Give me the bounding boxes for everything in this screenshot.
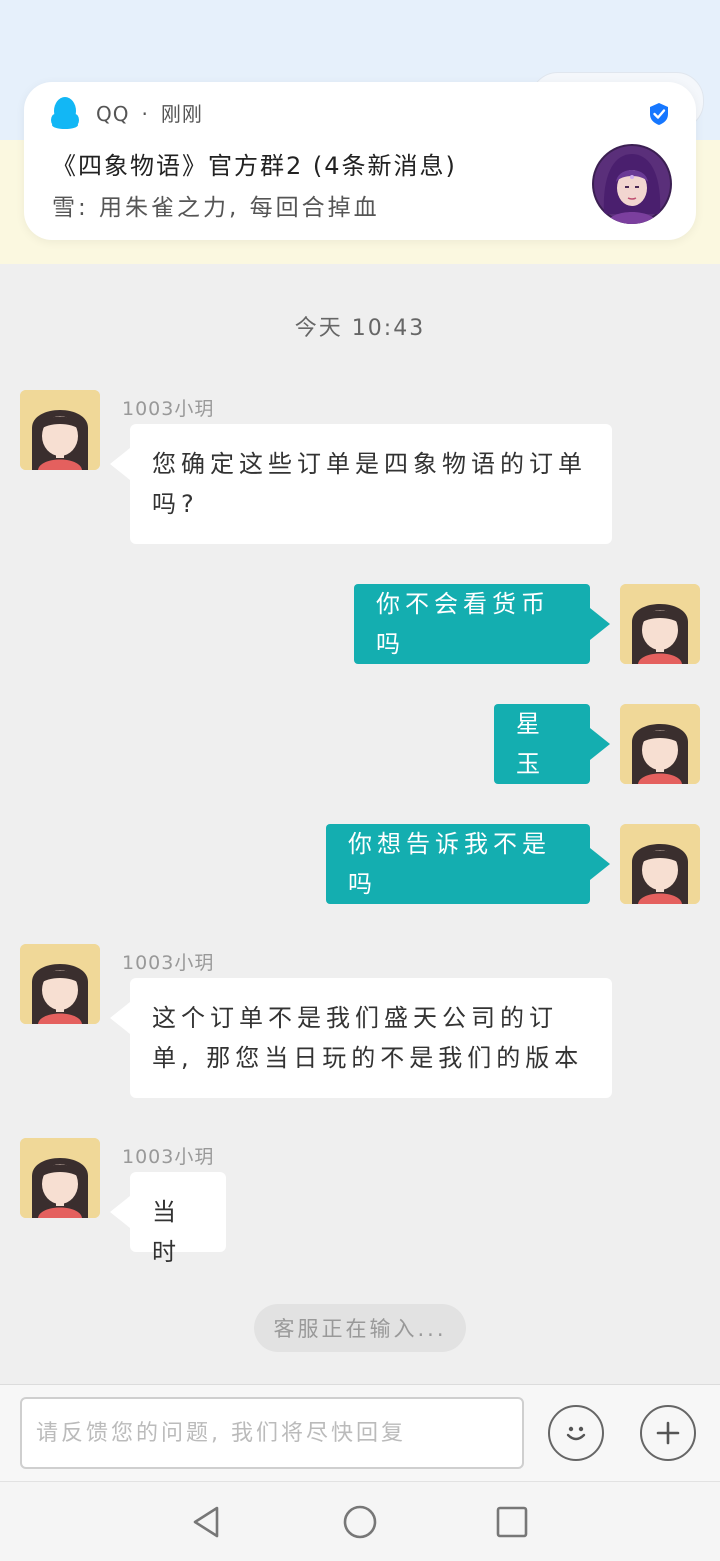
notification-title: 《四象物语》官方群2 (4条新消息) <box>52 152 457 180</box>
sender-name: 1003小玥 <box>122 1146 215 1168</box>
incoming-message[interactable]: 当时 <box>110 1172 226 1266</box>
smiley-icon <box>566 1426 586 1441</box>
notification-time: 刚刚 <box>160 102 203 126</box>
recents-button[interactable] <box>490 1500 534 1544</box>
qq-penguin-icon <box>51 97 79 129</box>
qq-notification[interactable]: QQ · 刚刚 《四象物语》官方群2 (4条新消息) 雪: 用朱雀之力, 每回合掉血 <box>24 82 696 240</box>
composer-bar <box>0 1384 720 1481</box>
user-avatar[interactable] <box>620 704 700 784</box>
user-avatar[interactable] <box>620 824 700 904</box>
back-button[interactable] <box>184 1500 228 1544</box>
home-circle-icon <box>343 1505 377 1539</box>
system-nav-bar <box>0 1481 720 1561</box>
user-avatar[interactable] <box>620 584 700 664</box>
emoji-button[interactable] <box>548 1405 604 1461</box>
agent-avatar[interactable] <box>20 390 100 470</box>
outgoing-message[interactable]: 你不会看货币吗 <box>354 584 610 664</box>
outgoing-message[interactable]: 星玉 <box>494 704 610 784</box>
incoming-message[interactable]: 这个订单不是我们盛天公司的订单, 那您当日玩的不是我们的版本 <box>110 978 612 1098</box>
typing-indicator: 客服正在输入... <box>254 1304 466 1352</box>
incoming-message[interactable]: 您确定这些订单是四象物语的订单吗? <box>110 424 612 544</box>
agent-avatar[interactable] <box>20 1138 100 1218</box>
agent-avatar[interactable] <box>20 944 100 1024</box>
group-avatar <box>592 144 672 224</box>
outgoing-message[interactable]: 你想告诉我不是吗 <box>326 824 610 904</box>
verified-shield-icon <box>650 103 668 125</box>
message-input[interactable] <box>20 1397 524 1469</box>
notification-preview: 雪: 用朱雀之力, 每回合掉血 <box>52 195 380 221</box>
notification-app-line: QQ · 刚刚 <box>96 98 203 127</box>
notification-app-name: QQ <box>96 102 130 126</box>
back-triangle-icon <box>193 1506 219 1538</box>
plus-icon <box>656 1421 680 1445</box>
sender-name: 1003小玥 <box>122 398 215 420</box>
home-button[interactable] <box>338 1500 382 1544</box>
sender-name: 1003小玥 <box>122 952 215 974</box>
chat-time-label: 今天 10:43 <box>294 316 426 341</box>
more-button[interactable] <box>640 1405 696 1461</box>
notification-separator: · <box>141 102 149 126</box>
recents-square-icon <box>496 1506 528 1538</box>
